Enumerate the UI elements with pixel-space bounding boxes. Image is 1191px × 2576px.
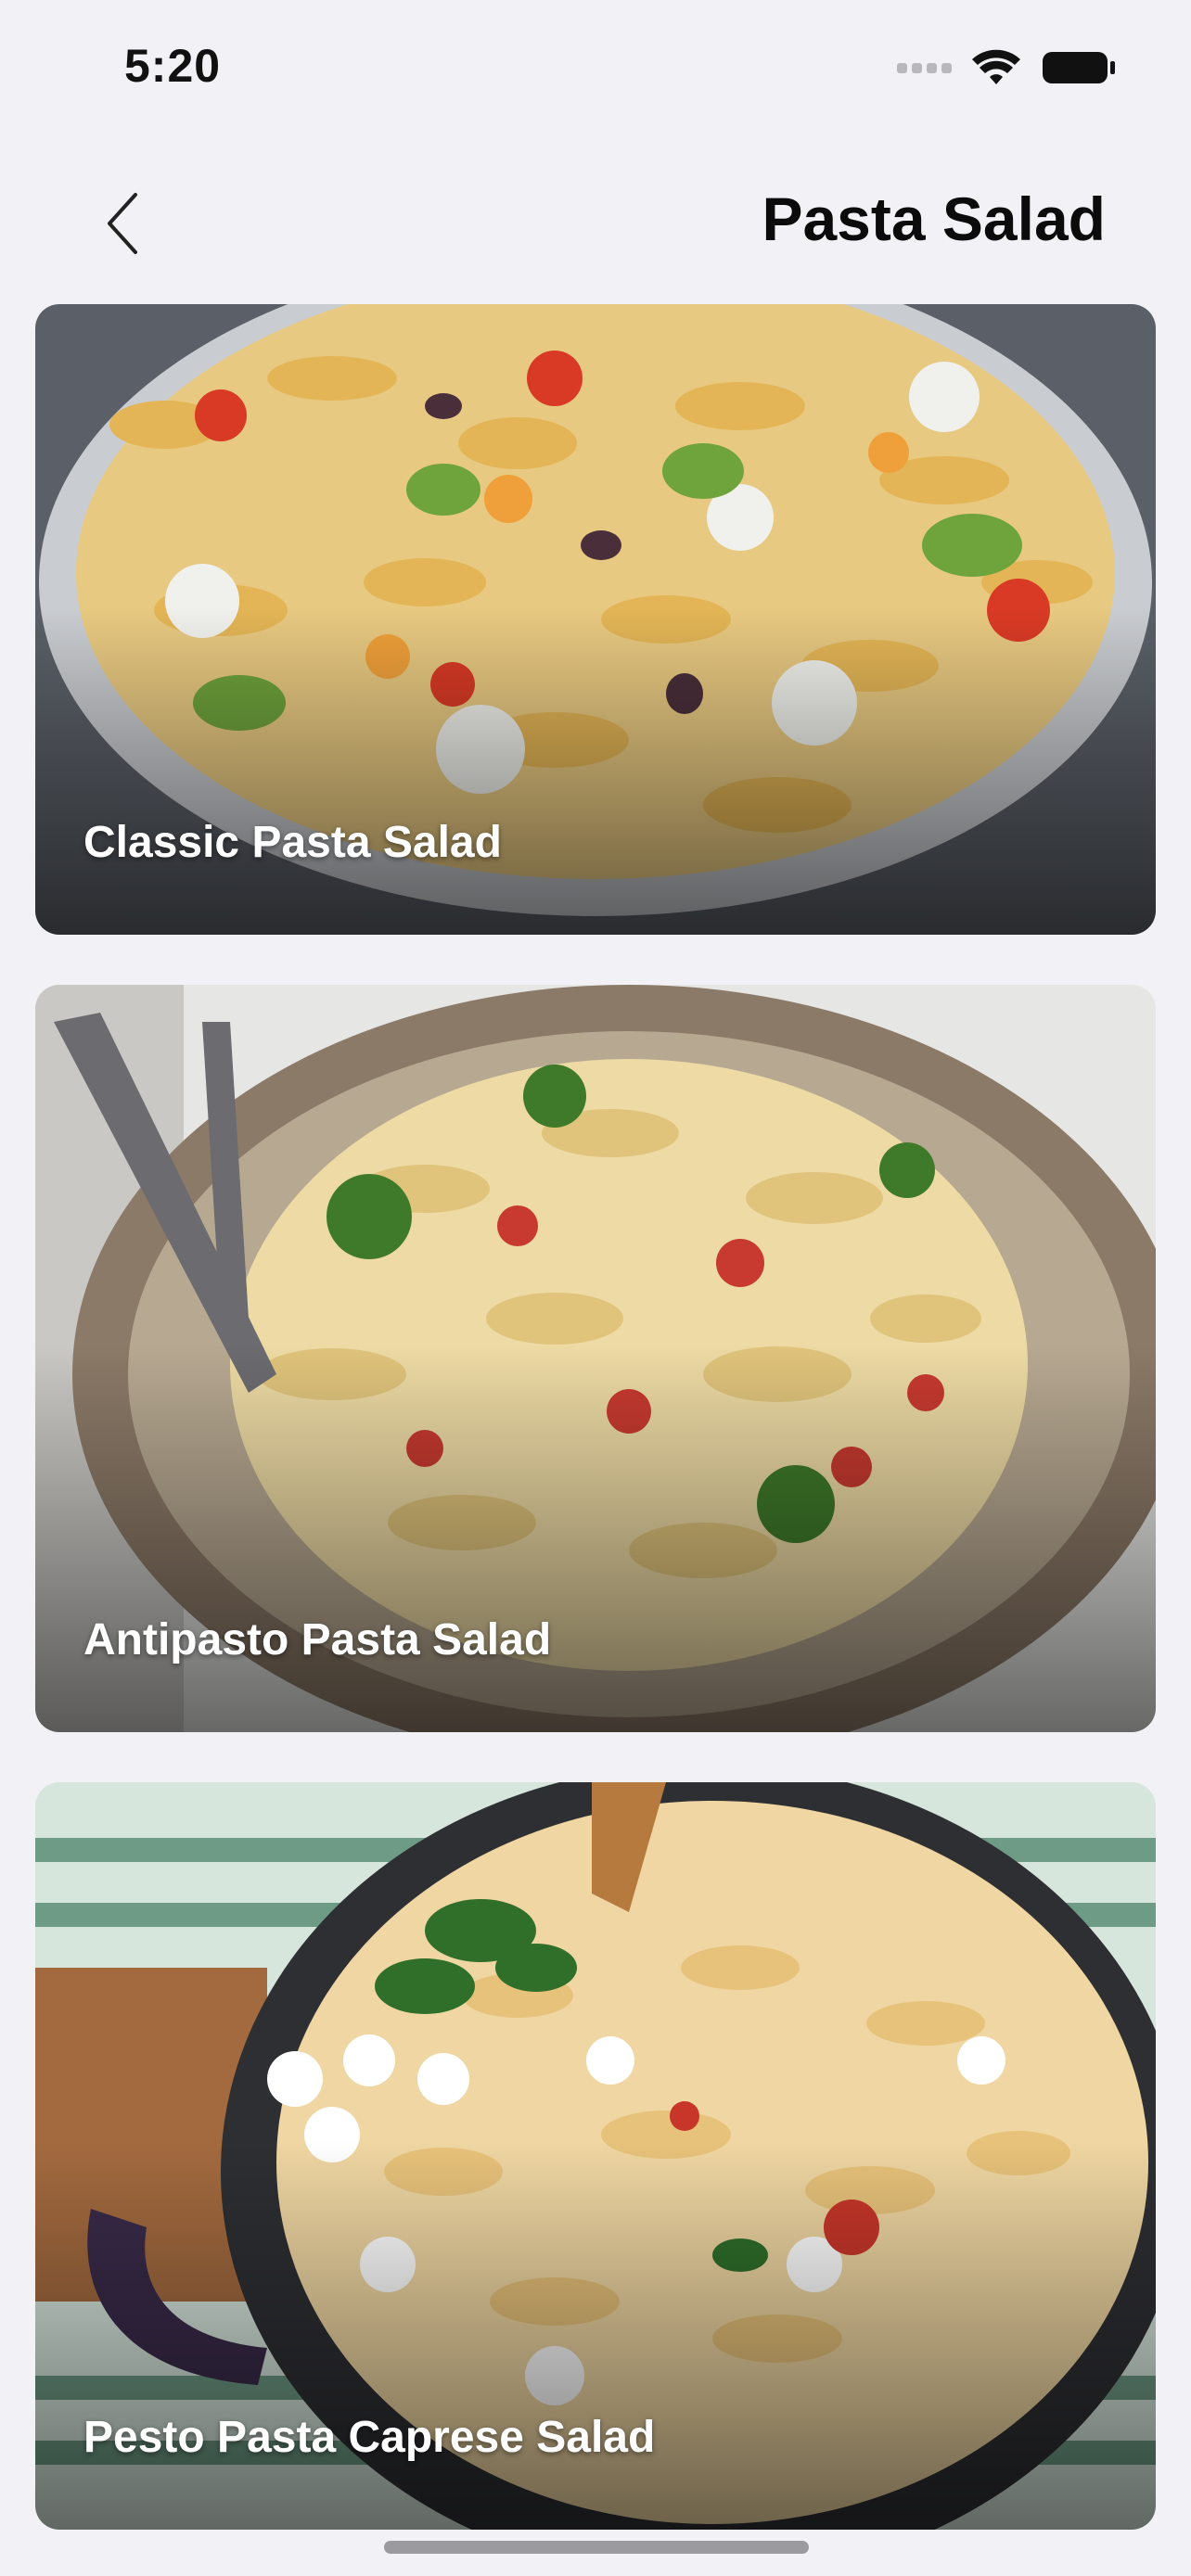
status-bar: 5:20 <box>0 0 1191 130</box>
wifi-icon <box>972 49 1020 84</box>
status-time: 5:20 <box>124 40 222 92</box>
navigation-bar: Pasta Salad <box>0 158 1191 287</box>
recipe-title: Pesto Pasta Caprese Salad <box>83 2413 656 2462</box>
chevron-left-icon <box>108 193 137 254</box>
recipe-title: Antipasto Pasta Salad <box>83 1615 552 1664</box>
recipe-card-pesto-pasta-caprese-salad[interactable]: Pesto Pasta Caprese Salad <box>35 1782 1156 2530</box>
battery-icon <box>1043 52 1115 83</box>
back-button[interactable] <box>93 185 152 261</box>
page-title: Pasta Salad <box>762 185 1106 253</box>
title-gradient-overlay <box>35 1343 1156 1732</box>
recipe-card-antipasto-pasta-salad[interactable]: Antipasto Pasta Salad <box>35 985 1156 1732</box>
status-icons <box>897 46 1117 89</box>
recipe-card-classic-pasta-salad[interactable]: Classic Pasta Salad <box>35 304 1156 935</box>
home-indicator[interactable] <box>384 2541 809 2554</box>
signal-icon <box>897 62 952 73</box>
recipe-title: Classic Pasta Salad <box>83 818 502 867</box>
title-gradient-overlay <box>35 2140 1156 2530</box>
title-gradient-overlay <box>35 606 1156 935</box>
